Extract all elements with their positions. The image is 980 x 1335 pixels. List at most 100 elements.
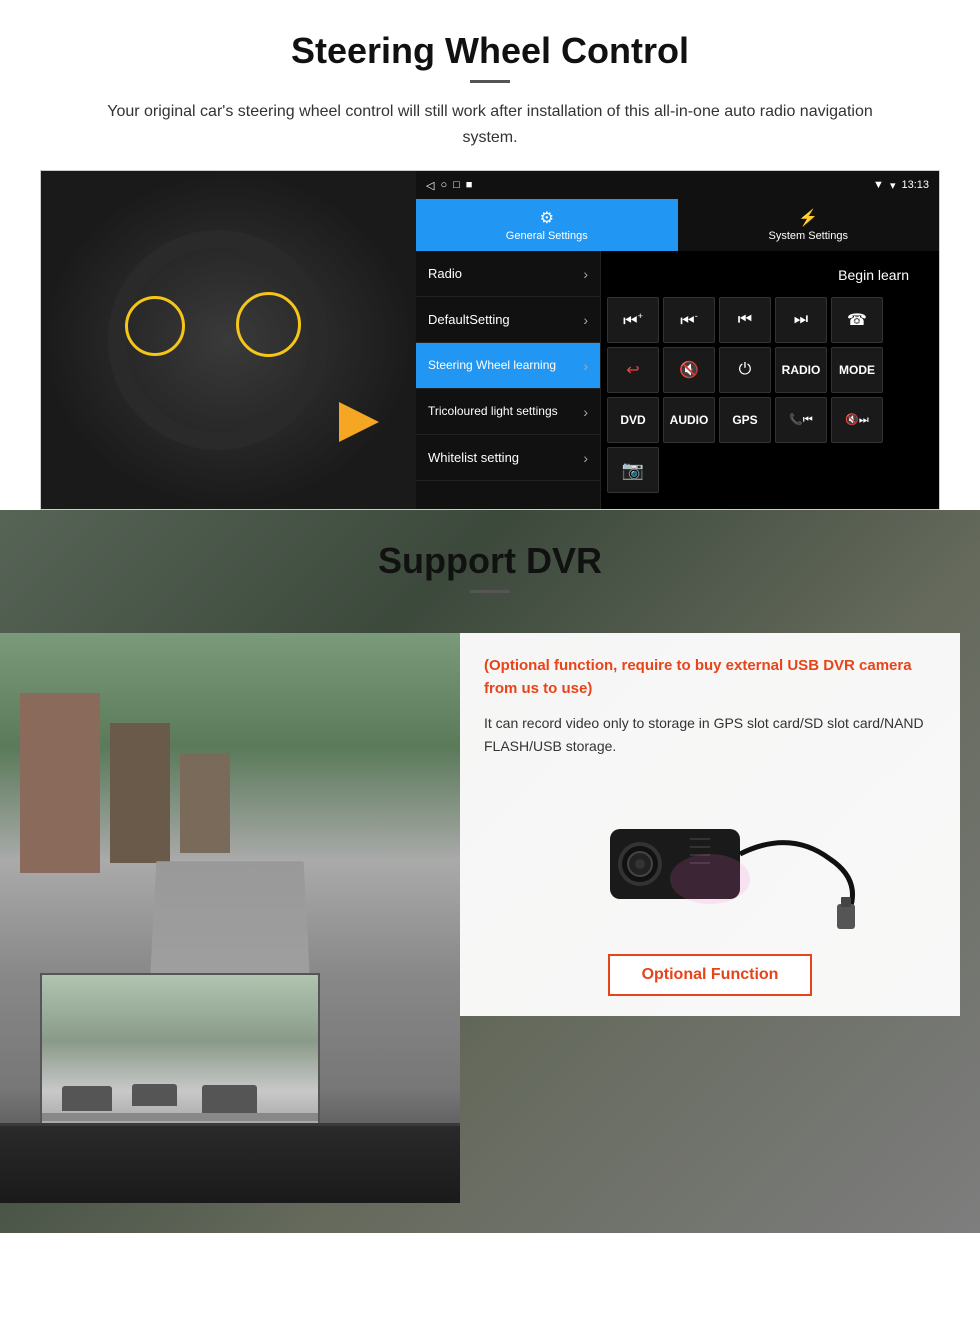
begin-learn-row: Begin learn	[607, 257, 933, 293]
mute-icon: 🔇	[679, 360, 699, 380]
preview-car-2	[132, 1084, 177, 1106]
next-track-button[interactable]: ⏭	[775, 297, 827, 343]
steering-control-panel: Begin learn ⏮+ ⏮- ⏮ ⏭ ☎ ↩ 🔇 ⏻	[601, 251, 939, 509]
mute-next-icon: 🔇⏭	[845, 413, 869, 427]
dvd-label: DVD	[620, 413, 645, 427]
menu-tricoloured-arrow: ›	[583, 404, 588, 420]
building-3	[180, 753, 230, 853]
title-divider	[470, 80, 510, 83]
dvr-title-block: Support DVR	[0, 510, 980, 603]
building-1	[20, 693, 100, 873]
steering-title: Steering Wheel Control	[40, 30, 940, 72]
settings-menu: Radio › DefaultSetting › Steering Wheel …	[416, 251, 601, 509]
preview-car-1	[62, 1086, 112, 1111]
dvd-button[interactable]: DVD	[607, 397, 659, 443]
begin-learn-button[interactable]: Begin learn	[822, 261, 925, 289]
hang-up-icon: ↩	[626, 360, 639, 380]
menu-tricoloured-label: Tricoloured light settings	[428, 404, 558, 420]
dvr-camera-image	[484, 774, 936, 934]
tab-system-settings[interactable]: ⚡ System Settings	[678, 199, 940, 251]
system-settings-icon: ⚡	[798, 208, 818, 228]
next-track-icon: ⏭	[794, 311, 808, 329]
dvr-section: Support DVR	[0, 510, 980, 1233]
android-ui: ◁ ○ □ ■ ▼ ▾ 13:13 ⚙ General Settings ⚡ S…	[416, 171, 939, 509]
yellow-circle-left	[125, 296, 185, 356]
menu-whitelist-arrow: ›	[583, 450, 588, 466]
radio-label: RADIO	[782, 363, 821, 377]
audio-button[interactable]: AUDIO	[663, 397, 715, 443]
clock-display: 13:13	[901, 179, 929, 191]
control-row-2: ↩ 🔇 ⏻ RADIO MODE	[607, 347, 933, 393]
dvr-divider	[470, 590, 510, 593]
tab-general-settings[interactable]: ⚙ General Settings	[416, 199, 678, 251]
phone-button[interactable]: ☎	[831, 297, 883, 343]
menu-steering-label: Steering Wheel learning	[428, 358, 556, 374]
prev-track-button[interactable]: ⏮	[719, 297, 771, 343]
android-statusbar: ◁ ○ □ ■ ▼ ▾ 13:13	[416, 171, 939, 199]
power-button[interactable]: ⏻	[719, 347, 771, 393]
yellow-circle-right	[236, 292, 301, 357]
mode-button[interactable]: MODE	[831, 347, 883, 393]
control-row-4: 📷	[607, 447, 933, 493]
building-2	[110, 723, 170, 863]
dvr-preview-box	[40, 973, 320, 1143]
dvr-dashboard	[0, 1123, 460, 1203]
dvr-main-area: (Optional function, require to buy exter…	[0, 603, 980, 1233]
vol-down-icon: ⏮-	[680, 311, 697, 330]
mute-button[interactable]: 🔇	[663, 347, 715, 393]
steering-panel: ◁ ○ □ ■ ▼ ▾ 13:13 ⚙ General Settings ⚡ S…	[40, 170, 940, 510]
tab-system-label: System Settings	[769, 230, 848, 242]
mode-label: MODE	[839, 363, 875, 377]
dvr-optional-text: (Optional function, require to buy exter…	[484, 655, 936, 700]
steering-wheel-section: Steering Wheel Control Your original car…	[0, 0, 980, 510]
control-row-3: DVD AUDIO GPS 📞⏮ 🔇⏭	[607, 397, 933, 443]
nav-recent-icon: □	[453, 179, 460, 191]
nav-menu-icon: ■	[466, 179, 473, 191]
menu-item-radio[interactable]: Radio ›	[416, 251, 600, 297]
wifi-icon: ▾	[890, 179, 896, 192]
menu-whitelist-label: Whitelist setting	[428, 450, 519, 465]
nav-back-icon: ◁	[426, 179, 434, 192]
menu-radio-arrow: ›	[583, 266, 588, 282]
phone-icon: ☎	[847, 310, 867, 330]
android-tabs: ⚙ General Settings ⚡ System Settings	[416, 199, 939, 251]
arrow-overlay	[299, 402, 379, 442]
camera-svg	[550, 779, 870, 929]
gps-label: GPS	[732, 413, 757, 427]
prev-track-icon: ⏮	[738, 311, 752, 329]
menu-steering-arrow: ›	[583, 358, 588, 374]
vol-up-icon: ⏮+	[623, 311, 643, 330]
steering-subtitle: Your original car's steering wheel contr…	[90, 99, 890, 150]
dvr-info-card: (Optional function, require to buy exter…	[460, 633, 960, 1016]
hang-up-button[interactable]: ↩	[607, 347, 659, 393]
gps-button[interactable]: GPS	[719, 397, 771, 443]
vol-down-button[interactable]: ⏮-	[663, 297, 715, 343]
dvr-info-area: (Optional function, require to buy exter…	[460, 633, 980, 1016]
dvr-description: It can record video only to storage in G…	[484, 712, 936, 758]
road-line	[42, 1113, 318, 1121]
camera-button[interactable]: 📷	[607, 447, 659, 493]
menu-item-tricoloured[interactable]: Tricoloured light settings ›	[416, 389, 600, 435]
android-content: Radio › DefaultSetting › Steering Wheel …	[416, 251, 939, 509]
nav-home-icon: ○	[440, 179, 447, 191]
control-row-1: ⏮+ ⏮- ⏮ ⏭ ☎	[607, 297, 933, 343]
radio-button[interactable]: RADIO	[775, 347, 827, 393]
menu-item-steering-wheel[interactable]: Steering Wheel learning ›	[416, 343, 600, 389]
vol-up-button[interactable]: ⏮+	[607, 297, 659, 343]
menu-item-default-setting[interactable]: DefaultSetting ›	[416, 297, 600, 343]
menu-item-whitelist[interactable]: Whitelist setting ›	[416, 435, 600, 481]
phone-prev-button[interactable]: 📞⏮	[775, 397, 827, 443]
mute-next-button[interactable]: 🔇⏭	[831, 397, 883, 443]
optional-function-button[interactable]: Optional Function	[608, 954, 813, 996]
arrow-shape	[339, 402, 379, 442]
dvr-street-scene	[0, 633, 460, 1203]
menu-default-label: DefaultSetting	[428, 312, 510, 327]
audio-label: AUDIO	[670, 413, 709, 427]
tab-general-label: General Settings	[506, 230, 588, 242]
preview-car-3	[202, 1085, 257, 1113]
general-settings-icon: ⚙	[540, 208, 554, 228]
menu-default-arrow: ›	[583, 312, 588, 328]
menu-radio-label: Radio	[428, 266, 462, 281]
dvr-title: Support DVR	[0, 540, 980, 582]
photo-bg	[41, 171, 416, 509]
